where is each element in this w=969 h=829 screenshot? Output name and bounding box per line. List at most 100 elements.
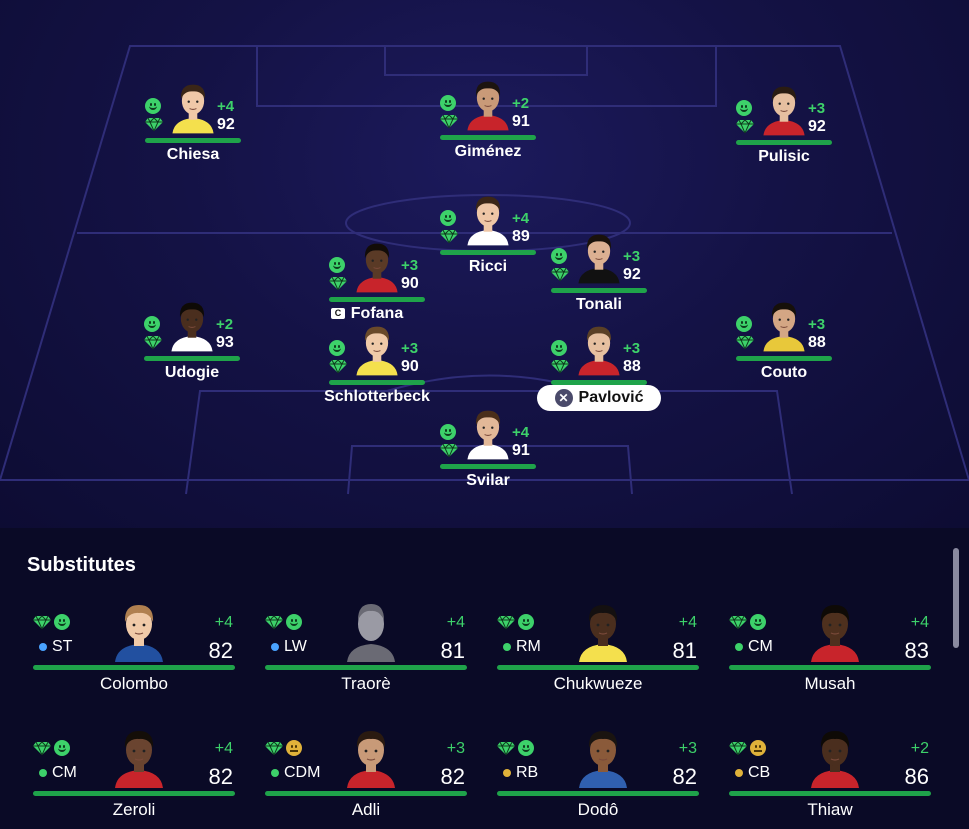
player-rating: 82	[672, 764, 697, 789]
smile-icon	[551, 340, 567, 356]
player-portrait	[575, 228, 623, 284]
gem-icon	[329, 276, 347, 290]
status-icons	[329, 257, 349, 290]
player-portrait	[353, 237, 401, 293]
player-rating: 82	[208, 764, 233, 789]
player-name: Ricci	[468, 258, 508, 275]
substitute-card[interactable]: ST +4 82 Colombo	[33, 598, 235, 716]
position-label: CB	[735, 764, 770, 782]
player-name: Colombo	[99, 674, 169, 693]
player-portrait	[168, 296, 216, 352]
position-dot	[735, 643, 743, 651]
position-label: RM	[503, 638, 541, 656]
fitness-bar	[440, 464, 536, 469]
player-rating: 91	[512, 442, 530, 459]
gem-icon	[33, 615, 51, 629]
fitness-bar	[144, 356, 240, 361]
gem-icon	[551, 267, 569, 281]
captain-badge: C	[331, 308, 345, 319]
rating-delta: +4	[512, 424, 530, 441]
status-icons	[729, 740, 766, 756]
fitness-bar	[265, 665, 467, 670]
substitute-card[interactable]: CM +4 83 Musah	[729, 598, 931, 716]
substitute-card[interactable]: RM +4 81 Chukwueze	[497, 598, 699, 716]
smile-icon	[551, 248, 567, 264]
position-label: ST	[39, 638, 72, 656]
fitness-bar	[736, 140, 832, 145]
position-dot	[271, 769, 279, 777]
gem-icon	[329, 359, 347, 373]
gem-icon	[551, 359, 569, 373]
status-icons	[729, 614, 766, 630]
rating-delta: +4	[214, 614, 233, 631]
position-label: CM	[39, 764, 77, 782]
status-icons	[33, 740, 70, 756]
player-portrait	[353, 320, 401, 376]
player-name: Pavlović	[578, 389, 644, 406]
player-name: Traorè	[341, 674, 391, 693]
status-icons	[265, 740, 302, 756]
substitute-card[interactable]: LW +4 81 Traorè	[265, 598, 467, 716]
player-rating: 90	[401, 275, 419, 292]
fitness-bar	[440, 250, 536, 255]
player-name: Giménez	[454, 143, 522, 160]
fitness-bar	[329, 297, 425, 302]
position-label: CDM	[271, 764, 320, 782]
status-icons	[145, 98, 165, 131]
status-icons	[497, 740, 534, 756]
player-rating: 91	[512, 113, 530, 130]
player-portrait	[464, 75, 512, 131]
player-portrait	[575, 320, 623, 376]
rating-delta: +3	[678, 740, 697, 757]
rating-delta: +3	[808, 316, 826, 333]
scrollbar[interactable]	[953, 548, 959, 648]
substitute-card[interactable]: RB +3 82 Dodô	[497, 724, 699, 829]
status-icons	[736, 316, 756, 349]
rating-delta: +4	[214, 740, 233, 757]
substitute-card[interactable]: CB +2 86 Thiaw	[729, 724, 931, 829]
fitness-bar	[551, 288, 647, 293]
player-portrait	[111, 724, 167, 788]
gem-icon	[736, 335, 754, 349]
smile-icon	[145, 98, 161, 114]
smile-icon	[750, 614, 766, 630]
player-name: Chukwueze	[553, 674, 643, 693]
player-name: Couto	[760, 364, 808, 381]
position-text: CM	[748, 638, 773, 655]
player-portrait	[760, 296, 808, 352]
status-icons	[265, 614, 302, 630]
rating-delta: +3	[446, 740, 465, 757]
player-rating: 92	[217, 116, 235, 133]
smile-icon	[518, 614, 534, 630]
gem-icon	[265, 615, 283, 629]
position-dot	[503, 769, 511, 777]
position-dot	[39, 643, 47, 651]
smile-icon	[329, 257, 345, 273]
remove-icon[interactable]: ✕	[554, 389, 573, 407]
position-text: CDM	[284, 764, 321, 781]
fitness-bar	[497, 791, 699, 796]
substitute-card[interactable]: CM +4 82 Zeroli	[33, 724, 235, 829]
smile-icon	[440, 210, 456, 226]
fitness-bar	[265, 791, 467, 796]
fitness-bar	[729, 665, 931, 670]
rating-delta: +3	[401, 340, 419, 357]
position-dot	[503, 643, 511, 651]
position-text: LW	[284, 638, 307, 655]
smile-icon	[518, 740, 534, 756]
player-rating: 90	[401, 358, 419, 375]
fitness-bar	[33, 665, 235, 670]
player-portrait	[169, 78, 217, 134]
rating-delta: +4	[910, 614, 929, 631]
neutral-face-icon	[286, 740, 302, 756]
player-rating: 88	[623, 358, 641, 375]
position-text: RB	[516, 764, 539, 781]
player-rating: 81	[440, 638, 465, 663]
status-icons	[497, 614, 534, 630]
gem-icon	[265, 741, 283, 755]
rating-delta: +2	[512, 95, 530, 112]
substitute-card[interactable]: CDM +3 82 Adli	[265, 724, 467, 829]
position-text: CM	[52, 764, 77, 781]
selected-player-pill[interactable]: ✕ Pavlović	[537, 385, 661, 411]
gem-icon	[440, 229, 458, 243]
